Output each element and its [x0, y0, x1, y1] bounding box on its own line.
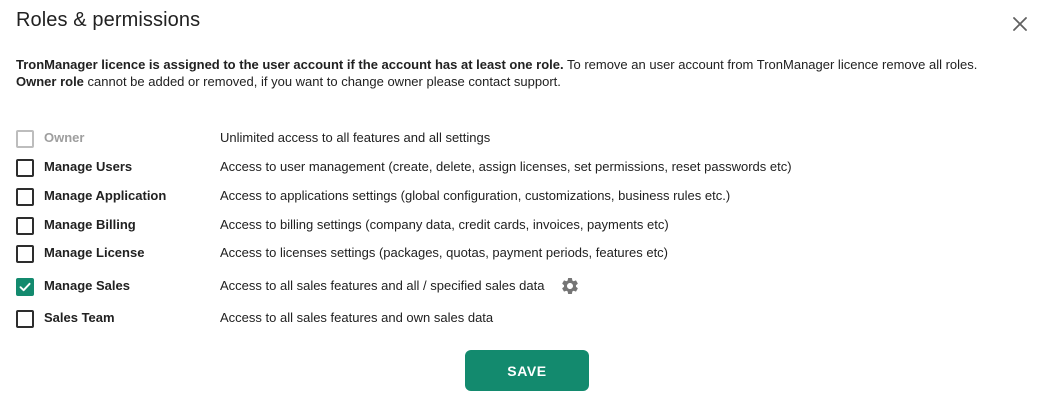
role-row-manage-license: Manage License Access to licenses settin… — [16, 244, 1016, 264]
owner-info-text: cannot be added or removed, if you want … — [83, 74, 561, 89]
role-row-sales-team: Sales Team Access to all sales features … — [16, 309, 1016, 329]
save-button[interactable]: SAVE — [465, 350, 589, 391]
dialog-title: Roles & permissions — [16, 9, 201, 31]
owner-checkbox — [16, 130, 34, 148]
role-label: Manage Application — [44, 188, 167, 203]
roles-permissions-dialog: Roles & permissions TronManager licence … — [0, 0, 1043, 405]
licence-info-bold: TronManager licence is assigned to the u… — [16, 57, 564, 72]
role-row-manage-users: Manage Users Access to user management (… — [16, 158, 1016, 178]
manage-sales-checkbox[interactable] — [16, 278, 34, 296]
licence-info-text: To remove an user account from TronManag… — [563, 57, 978, 72]
manage-license-checkbox[interactable] — [16, 245, 34, 263]
role-description: Access to all sales features and own sal… — [220, 310, 494, 325]
role-description: Access to licenses settings (packages, q… — [220, 245, 669, 260]
role-label: Manage Users — [44, 159, 133, 174]
owner-info-line: Owner role cannot be added or removed, i… — [16, 73, 977, 90]
close-icon[interactable] — [1010, 14, 1030, 34]
gear-icon[interactable] — [560, 276, 580, 296]
licence-info: TronManager licence is assigned to the u… — [16, 56, 977, 90]
role-row-manage-application: Manage Application Access to application… — [16, 187, 1016, 207]
role-label: Manage Billing — [44, 217, 136, 232]
manage-users-checkbox[interactable] — [16, 159, 34, 177]
role-description: Access to applications settings (global … — [220, 188, 731, 203]
role-description: Access to billing settings (company data… — [220, 217, 669, 232]
role-row-manage-billing: Manage Billing Access to billing setting… — [16, 216, 1016, 236]
manage-billing-checkbox[interactable] — [16, 217, 34, 235]
role-description: Unlimited access to all features and all… — [220, 130, 491, 145]
role-row-owner: Owner Unlimited access to all features a… — [16, 129, 1016, 149]
role-description: Access to all sales features and all / s… — [220, 278, 545, 293]
sales-team-checkbox[interactable] — [16, 310, 34, 328]
role-description: Access to user management (create, delet… — [220, 159, 792, 174]
role-row-manage-sales: Manage Sales Access to all sales feature… — [16, 277, 1016, 297]
manage-application-checkbox[interactable] — [16, 188, 34, 206]
licence-info-line-1: TronManager licence is assigned to the u… — [16, 56, 977, 73]
check-icon — [19, 282, 31, 292]
role-label: Manage Sales — [44, 278, 130, 293]
role-label: Manage License — [44, 245, 145, 260]
owner-info-bold: Owner role — [16, 74, 84, 89]
role-label: Owner — [44, 130, 85, 145]
role-label: Sales Team — [44, 310, 115, 325]
